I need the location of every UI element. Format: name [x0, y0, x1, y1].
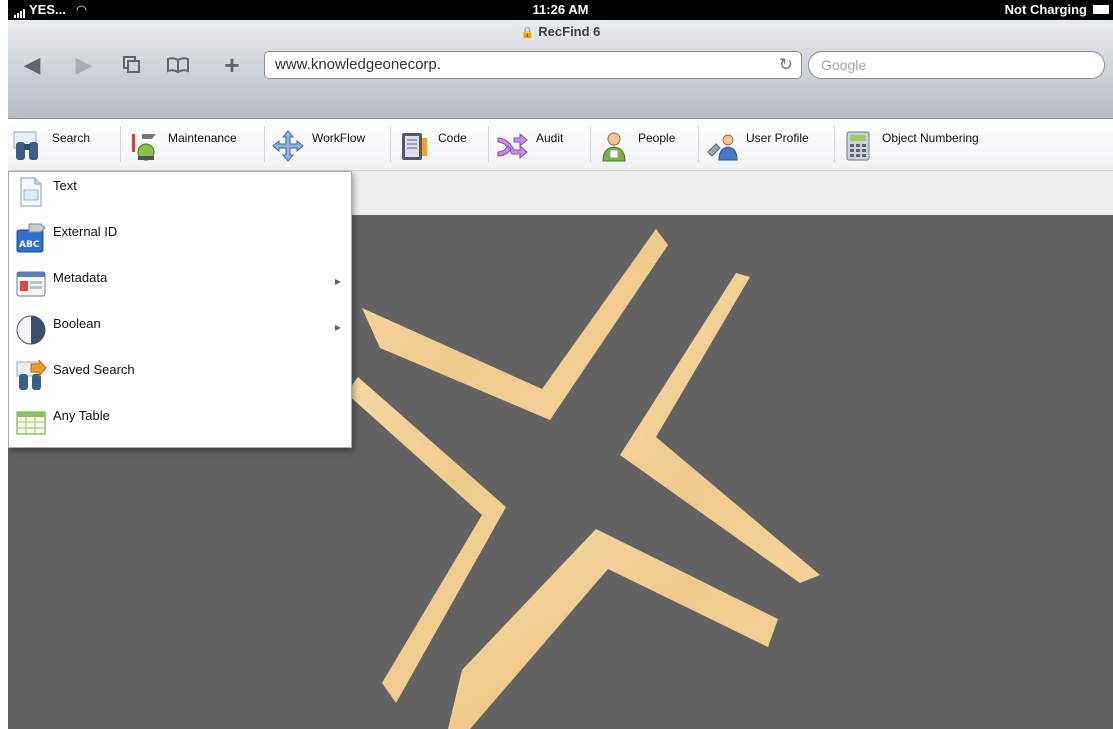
back-button[interactable]: ◀ — [18, 51, 46, 79]
toolbar-object-numbering-label: Object Numbering — [882, 131, 979, 145]
toolbar-maintenance-label: Maintenance — [168, 131, 237, 145]
workflow-arrows-icon — [272, 130, 304, 162]
abc-tag-icon: ABC — [16, 223, 46, 253]
toolbar-people[interactable]: People — [598, 128, 698, 164]
logo-arm-right — [620, 273, 820, 583]
browser-toolbar: 🔒 RecFind 6 ◀ ▶ + www.knowledgeonecorp. ↻… — [8, 20, 1113, 119]
book-icon — [167, 57, 189, 74]
menu-item-any-table[interactable]: Any Table — [9, 402, 351, 448]
table-grid-icon — [16, 411, 46, 435]
calculator-icon — [846, 131, 870, 161]
toolbar-divider — [698, 126, 699, 162]
toolbar-people-label: People — [638, 131, 676, 145]
toolbar-divider — [488, 126, 489, 162]
menu-item-external-id-label: External ID — [53, 224, 118, 239]
page-title-text: RecFind 6 — [538, 24, 601, 39]
toolbar-divider — [390, 126, 391, 162]
battery-icon — [1093, 5, 1109, 14]
menu-item-text-label: Text — [53, 178, 77, 193]
search-placeholder: Google — [821, 57, 867, 73]
logo-arm-top — [362, 229, 668, 420]
toolbar-audit[interactable]: Audit — [496, 128, 590, 164]
bookmarks-button[interactable] — [164, 51, 192, 79]
metadata-form-icon — [16, 271, 46, 297]
toolbar-object-numbering[interactable]: Object Numbering — [842, 128, 1022, 164]
svg-text:ABC: ABC — [19, 240, 40, 250]
toolbar-divider — [834, 126, 835, 162]
menu-item-metadata[interactable]: Metadata ▶ — [9, 264, 351, 310]
toolbar-search-label: Search — [52, 131, 91, 145]
search-field[interactable]: Google — [808, 51, 1105, 79]
menu-item-boolean[interactable]: Boolean ▶ — [9, 310, 351, 356]
toolbar-code[interactable]: Code — [398, 128, 488, 164]
code-book-icon — [402, 133, 427, 160]
pages-button[interactable] — [118, 51, 146, 79]
page-title: 🔒 RecFind 6 — [8, 24, 1113, 39]
reload-icon[interactable]: ↻ — [779, 52, 793, 78]
status-bar: YES... ◠ 11:26 AM Not Charging — [8, 0, 1113, 20]
toolbar-divider — [120, 126, 121, 162]
person-icon — [602, 132, 626, 162]
toolbar-workflow-label: WorkFlow — [312, 131, 366, 145]
lock-icon: 🔒 — [520, 27, 535, 39]
clock: 11:26 AM — [532, 2, 589, 17]
menu-item-any-table-label: Any Table — [53, 408, 110, 423]
toolbar-divider — [264, 126, 265, 162]
add-bookmark-button[interactable]: + — [218, 51, 246, 79]
toolbar-divider — [590, 126, 591, 162]
binoculars-icon — [13, 131, 38, 160]
saved-search-icon — [16, 360, 47, 390]
submenu-arrow-icon: ▶ — [334, 323, 341, 332]
menu-item-metadata-label: Metadata — [53, 270, 108, 285]
audit-shuffle-icon — [497, 132, 528, 160]
menu-item-saved-search-label: Saved Search — [53, 362, 135, 377]
toolbar-user-profile[interactable]: User Profile — [706, 128, 834, 164]
logo-arm-bottom — [448, 529, 778, 729]
toolbar-code-label: Code — [438, 131, 467, 145]
menu-item-external-id[interactable]: ABC External ID — [9, 218, 351, 264]
boolean-circle-icon — [16, 315, 46, 345]
ipad-screen: YES... ◠ 11:26 AM Not Charging 🔒 RecFind 6… — [8, 0, 1113, 729]
url-text: www.knowledgeonecorp. — [275, 56, 441, 73]
battery-status: Not Charging — [1004, 2, 1087, 17]
address-bar[interactable]: www.knowledgeonecorp. ↻ — [264, 51, 802, 79]
toolbar-maintenance[interactable]: Maintenance — [128, 128, 262, 164]
search-dropdown-menu: Text ABC External ID Metadata ▶ Boolean … — [8, 171, 352, 448]
maintenance-tools-icon — [132, 134, 156, 161]
submenu-arrow-icon: ▶ — [334, 277, 341, 286]
user-profile-icon — [707, 134, 738, 161]
toolbar-workflow[interactable]: WorkFlow — [272, 128, 390, 164]
forward-button[interactable]: ▶ — [70, 51, 98, 79]
toolbar-audit-label: Audit — [536, 131, 564, 145]
toolbar-search[interactable]: Search — [12, 128, 118, 164]
toolbar-user-profile-label: User Profile — [746, 131, 809, 145]
menu-item-text[interactable]: Text — [9, 172, 351, 218]
text-document-icon — [20, 177, 42, 207]
app-toolbar: Search Maintenance WorkFlow Code Audit P… — [8, 120, 1113, 171]
pages-icon — [123, 56, 140, 73]
menu-item-saved-search[interactable]: Saved Search — [9, 356, 351, 402]
menu-item-boolean-label: Boolean — [53, 316, 101, 331]
